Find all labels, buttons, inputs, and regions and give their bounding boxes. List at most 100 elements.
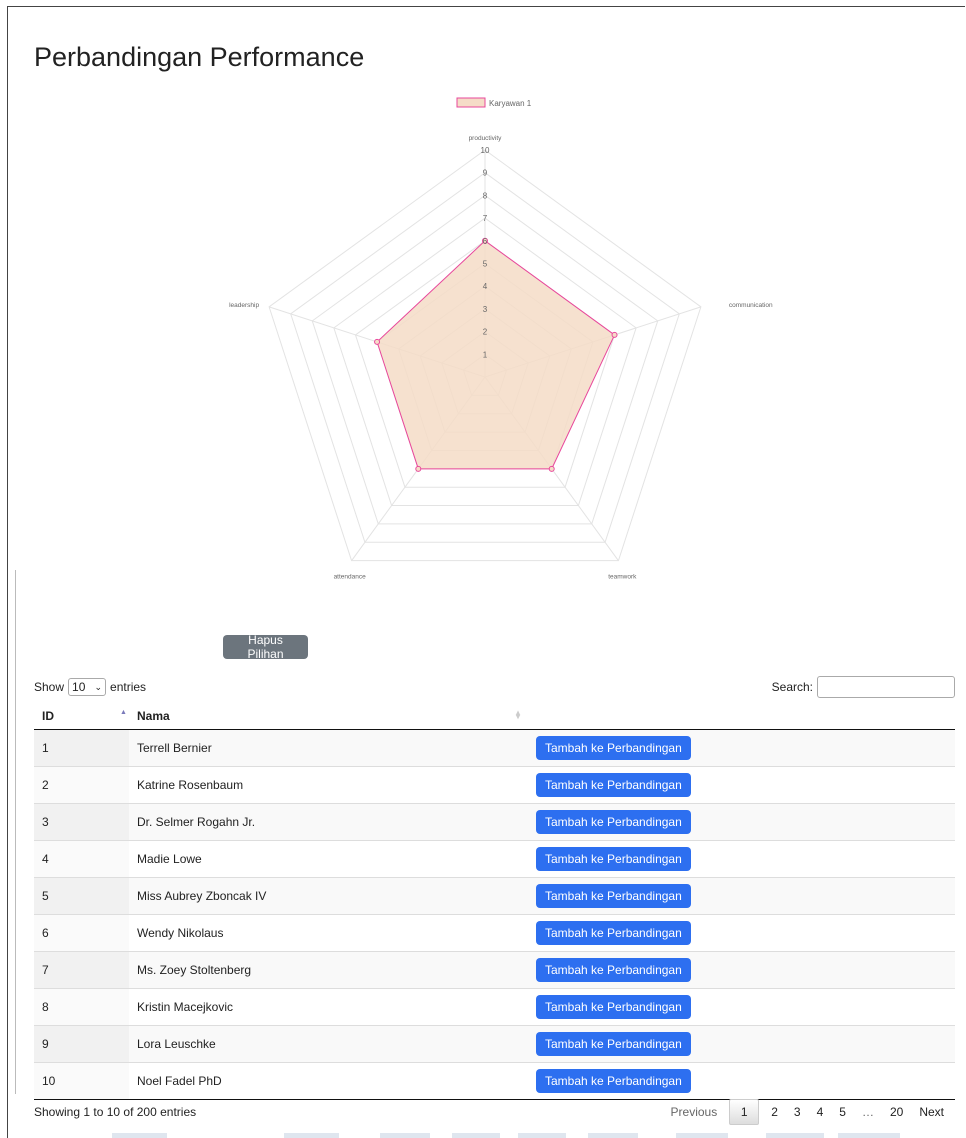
add-to-comparison-button[interactable]: Tambah ke Perbandingan — [536, 884, 691, 908]
cell-id: 6 — [34, 914, 129, 952]
radar-tick-label: 1 — [483, 350, 488, 359]
cell-action: Tambah ke Perbandingan — [528, 914, 955, 952]
chevron-down-icon: ⌄ — [94, 681, 103, 692]
radar-point — [415, 465, 422, 472]
radar-tick-label: 8 — [483, 191, 488, 200]
cell-id: 4 — [34, 840, 129, 878]
table-row: 9 Lora Leuschke Tambah ke Perbandingan — [34, 1025, 955, 1063]
page-title: Perbandingan Performance — [34, 42, 365, 72]
pagination-pages: 1 2 3 4 5 … 20 — [725, 1099, 911, 1125]
radar-tick-label: 4 — [483, 282, 488, 291]
table-row: 2 Katrine Rosenbaum Tambah ke Perbandingan — [34, 766, 955, 804]
cell-name: Lora Leuschke — [129, 1025, 528, 1063]
clear-selection-button[interactable]: Hapus Pilihan — [223, 633, 308, 661]
column-header-action — [528, 703, 955, 730]
add-to-comparison-button[interactable]: Tambah ke Perbandingan — [536, 1069, 691, 1093]
cell-action: Tambah ke Perbandingan — [528, 729, 955, 767]
add-to-comparison-button[interactable]: Tambah ke Perbandingan — [536, 847, 691, 871]
pagination-next[interactable]: Next — [911, 1100, 952, 1124]
pagination-ellipsis: … — [861, 1105, 874, 1119]
cell-id: 7 — [34, 951, 129, 989]
table-row: 6 Wendy Nikolaus Tambah ke Perbandingan — [34, 914, 955, 952]
pagination-page[interactable]: 4 — [809, 1100, 832, 1124]
decoration-strip — [838, 1133, 900, 1138]
cell-name: Katrine Rosenbaum — [129, 766, 528, 804]
pagination-page[interactable]: 3 — [786, 1100, 809, 1124]
cell-id: 9 — [34, 1025, 129, 1063]
radar-axis-label: leadership — [229, 302, 259, 309]
decoration-strip — [284, 1133, 339, 1138]
search-input[interactable] — [817, 676, 955, 698]
cell-id: 2 — [34, 766, 129, 804]
page-length-value: 10 — [72, 680, 86, 694]
cell-action: Tambah ke Perbandingan — [528, 1025, 955, 1063]
page-length-control: Show 10 ⌄ entries — [34, 678, 146, 696]
radar-point — [611, 331, 618, 338]
cell-id: 1 — [34, 729, 129, 767]
legend-label: Karyawan 1 — [489, 99, 532, 108]
radar-tick-label: 6 — [483, 237, 488, 246]
add-to-comparison-button[interactable]: Tambah ke Perbandingan — [536, 810, 691, 834]
cell-action: Tambah ke Perbandingan — [528, 1062, 955, 1100]
pagination-page[interactable]: 20 — [882, 1100, 911, 1124]
cell-name: Ms. Zoey Stoltenberg — [129, 951, 528, 989]
radar-point — [548, 465, 555, 472]
radar-point — [374, 338, 381, 345]
table-info: Showing 1 to 10 of 200 entries — [34, 1105, 197, 1119]
table-row: 5 Miss Aubrey Zboncak IV Tambah ke Perband… — [34, 877, 955, 915]
radar-axis-label: attendance — [334, 574, 367, 581]
add-to-comparison-button[interactable]: Tambah ke Perbandingan — [536, 1032, 691, 1056]
cell-id: 8 — [34, 988, 129, 1026]
cell-name: Wendy Nikolaus — [129, 914, 528, 952]
decoration-strip — [380, 1133, 430, 1138]
table-row: 3 Dr. Selmer Rogahn Jr. Tambah ke Perbandi… — [34, 803, 955, 841]
radar-tick-label: 7 — [483, 214, 488, 223]
pagination-page[interactable]: 1 — [729, 1099, 760, 1125]
radar-series-area — [376, 240, 616, 470]
pagination-previous[interactable]: Previous — [663, 1100, 726, 1124]
decoration-strip — [518, 1133, 566, 1138]
cell-name: Miss Aubrey Zboncak IV — [129, 877, 528, 915]
add-to-comparison-button[interactable]: Tambah ke Perbandingan — [536, 921, 691, 945]
table-row: 10 Noel Fadel PhD Tambah ke Perbandingan — [34, 1062, 955, 1100]
cell-name: Noel Fadel PhD — [129, 1062, 528, 1100]
decoration-strip — [766, 1133, 824, 1138]
radar-tick-label: 9 — [483, 169, 488, 178]
pagination-page[interactable]: 5 — [831, 1100, 854, 1124]
column-header-nama[interactable]: Nama ▴ ▾ — [129, 703, 528, 730]
add-to-comparison-button[interactable]: Tambah ke Perbandingan — [536, 995, 691, 1019]
cell-name: Kristin Macejkovic — [129, 988, 528, 1026]
cell-action: Tambah ke Perbandingan — [528, 803, 955, 841]
radar-tick-label: 10 — [481, 146, 490, 155]
add-to-comparison-button[interactable]: Tambah ke Perbandingan — [536, 773, 691, 797]
radar-tick-label: 2 — [483, 328, 488, 337]
cell-action: Tambah ke Perbandingan — [528, 951, 955, 989]
radar-axis-label: productivity — [469, 135, 503, 142]
show-label: Show — [34, 680, 65, 694]
cell-name: Terrell Bernier — [129, 729, 528, 767]
radar-tick-label: 3 — [483, 305, 488, 314]
add-to-comparison-button[interactable]: Tambah ke Perbandingan — [536, 958, 691, 982]
employee-table: ID ▲ Nama ▴ ▾ 1 Terrell Bernier Tambah ke P… — [34, 703, 955, 1100]
add-to-comparison-button[interactable]: Tambah ke Perbandingan — [536, 736, 691, 760]
table-row: 1 Terrell Bernier Tambah ke Perbandingan — [34, 729, 955, 767]
radar-tick-label: 5 — [483, 260, 488, 269]
column-header-id[interactable]: ID ▲ — [34, 703, 129, 730]
legend-swatch — [456, 97, 486, 108]
decoration-strip — [676, 1133, 728, 1138]
cell-id: 10 — [34, 1062, 129, 1100]
radar-axis-label: communication — [729, 302, 773, 309]
cell-name: Dr. Selmer Rogahn Jr. — [129, 803, 528, 841]
page-length-select[interactable]: 10 ⌄ — [68, 678, 107, 696]
table-row: 7 Ms. Zoey Stoltenberg Tambah ke Perbandin… — [34, 951, 955, 989]
cell-action: Tambah ke Perbandingan — [528, 766, 955, 804]
decoration-strip — [112, 1133, 167, 1138]
cell-action: Tambah ke Perbandingan — [528, 877, 955, 915]
radar-axis-label: teamwork — [608, 574, 637, 581]
divider — [15, 570, 16, 1094]
sort-icon: ▴ ▾ — [515, 708, 520, 721]
table-row: 8 Kristin Macejkovic Tambah ke Perbandinga… — [34, 988, 955, 1026]
pagination: Previous 1 2 3 4 5 … 20 Next — [663, 1099, 952, 1125]
cell-name: Madie Lowe — [129, 840, 528, 878]
pagination-page[interactable]: 2 — [763, 1100, 786, 1124]
